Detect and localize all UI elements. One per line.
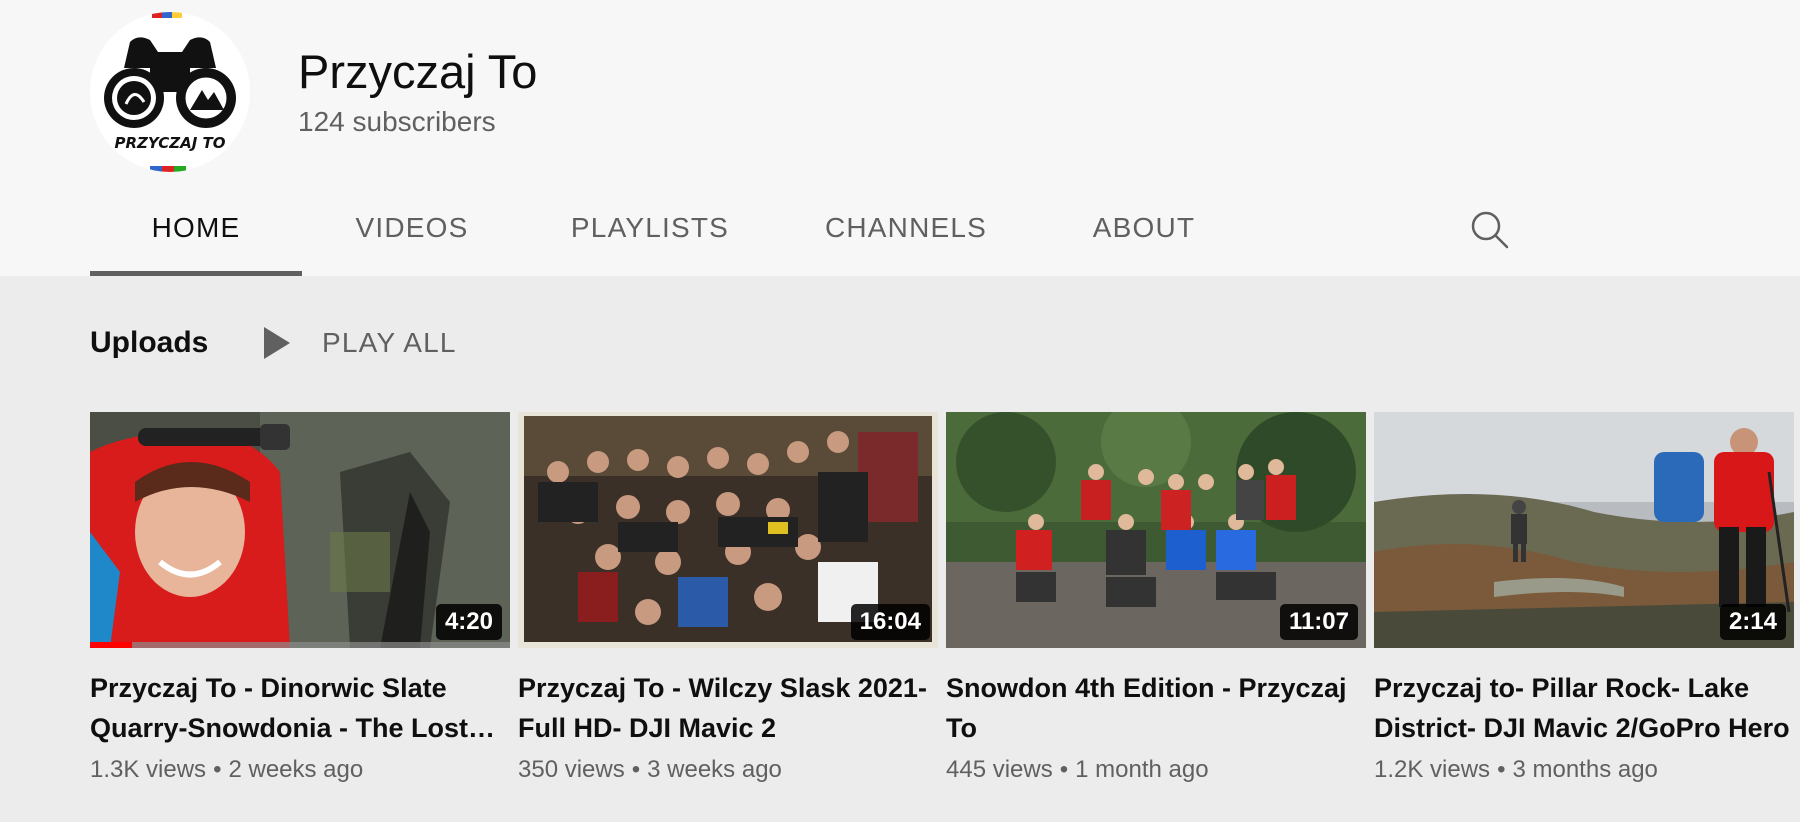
video-thumbnail[interactable]: 2:14: [1374, 412, 1794, 648]
watched-progress-bar: [90, 642, 132, 648]
meta-separator: •: [213, 756, 222, 783]
video-card[interactable]: 11:07 Snowdon 4th Edition - Przyczaj To …: [946, 412, 1366, 784]
video-title[interactable]: Przyczaj To - Dinorwic Slate Quarry-Snow…: [90, 668, 510, 748]
video-age: 3 months ago: [1512, 756, 1658, 783]
video-card[interactable]: 2:14 Przyczaj to- Pillar Rock- Lake Dist…: [1374, 412, 1794, 784]
video-duration: 2:14: [1719, 604, 1786, 640]
video-meta: 1.2K views • 3 months ago: [1374, 756, 1794, 784]
video-title[interactable]: Przyczaj To - Wilczy Slask 2021- Full HD…: [518, 668, 938, 748]
channel-name: Przyczaj To: [298, 45, 538, 98]
video-title[interactable]: Snowdon 4th Edition - Przyczaj To: [946, 668, 1366, 748]
subscriber-count: 124 subscribers: [298, 106, 496, 137]
play-icon: [264, 327, 290, 359]
channel-avatar[interactable]: PRZYCZAJ TO: [90, 12, 250, 172]
binoculars-logo-icon: PRZYCZAJ TO: [90, 12, 250, 172]
video-views: 1.3K views: [90, 756, 207, 783]
video-duration: 11:07: [1279, 604, 1358, 640]
play-all-button[interactable]: PLAY ALL: [262, 320, 457, 366]
video-thumbnail[interactable]: 16:04: [518, 412, 938, 648]
play-all-label: PLAY ALL: [322, 327, 457, 358]
tab-channels[interactable]: CHANNELS: [778, 190, 1034, 276]
video-card[interactable]: 4:20 Przyczaj To - Dinorwic Slate Quarry…: [90, 412, 510, 784]
meta-separator: •: [631, 756, 641, 783]
meta-separator: •: [1497, 756, 1506, 783]
video-meta: 445 views • 1 month ago: [946, 756, 1366, 784]
avatar-wordmark: PRZYCZAJ TO: [114, 134, 225, 152]
video-title[interactable]: Przyczaj to- Pillar Rock- Lake District-…: [1374, 668, 1794, 748]
video-thumbnail[interactable]: 11:07: [946, 412, 1366, 648]
search-icon[interactable]: [1466, 206, 1514, 254]
video-views: 350 views: [518, 756, 625, 783]
tab-playlists[interactable]: PLAYLISTS: [522, 190, 778, 276]
video-duration: 4:20: [435, 604, 502, 640]
video-duration: 16:04: [850, 604, 930, 640]
video-age: 2 weeks ago: [228, 756, 364, 783]
video-age: 1 month ago: [1075, 756, 1209, 783]
video-views: 1.2K views: [1374, 756, 1491, 783]
meta-separator: •: [1059, 756, 1069, 783]
tab-videos[interactable]: VIDEOS: [302, 190, 522, 276]
tab-home[interactable]: HOME: [90, 190, 302, 276]
video-views: 445 views: [946, 756, 1053, 783]
channel-header: PRZYCZAJ TO Przyczaj To 124 subscribers …: [0, 0, 1800, 276]
home-content: Uploads PLAY ALL 4:20 Przyczaj To - Dino…: [0, 276, 1800, 822]
shelf-title[interactable]: Uploads: [90, 326, 208, 360]
video-meta: 350 views • 3 weeks ago: [518, 756, 938, 784]
tab-about[interactable]: ABOUT: [1034, 190, 1254, 276]
video-age: 3 weeks ago: [647, 756, 782, 783]
video-card[interactable]: 16:04 Przyczaj To - Wilczy Slask 2021- F…: [518, 412, 938, 784]
video-meta: 1.3K views • 2 weeks ago: [90, 756, 510, 784]
video-thumbnail[interactable]: 4:20: [90, 412, 510, 648]
